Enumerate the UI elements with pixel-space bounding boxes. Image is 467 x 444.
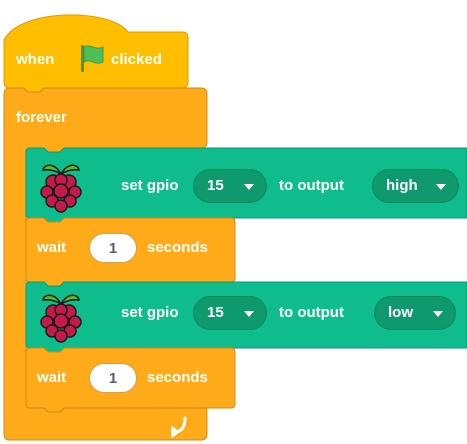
chevron-down-icon xyxy=(244,184,254,190)
gpio-pin-dropdown[interactable]: 15 xyxy=(193,169,267,203)
gpio-pin-value: 15 xyxy=(207,304,224,321)
raspberry-pi-icon xyxy=(40,164,82,213)
output-level-dropdown[interactable]: high xyxy=(372,169,459,203)
gpio-pin-dropdown[interactable]: 15 xyxy=(193,296,267,330)
output-level-dropdown[interactable]: low xyxy=(374,296,456,330)
output-level-value: high xyxy=(386,177,418,194)
forever-label: forever xyxy=(16,109,67,126)
seconds-input[interactable]: 1 xyxy=(89,233,137,263)
script-blocks xyxy=(3,14,467,441)
set-gpio-label: set gpio xyxy=(121,177,179,194)
gpio-pin-value: 15 xyxy=(207,177,224,194)
seconds-label: seconds xyxy=(147,239,208,256)
clicked-label: clicked xyxy=(111,51,162,68)
raspberry-pi-icon xyxy=(40,294,82,343)
when-label: when xyxy=(16,51,55,68)
chevron-down-icon xyxy=(244,311,254,317)
to-output-label: to output xyxy=(279,177,344,194)
seconds-label: seconds xyxy=(147,369,208,386)
output-level-value: low xyxy=(388,304,413,321)
wait-label: wait xyxy=(37,369,67,386)
to-output-label: to output xyxy=(279,304,344,321)
wait-label: wait xyxy=(37,239,67,256)
seconds-input[interactable]: 1 xyxy=(89,363,137,393)
chevron-down-icon xyxy=(436,184,446,190)
set-gpio-label: set gpio xyxy=(121,304,179,321)
chevron-down-icon xyxy=(433,311,443,317)
